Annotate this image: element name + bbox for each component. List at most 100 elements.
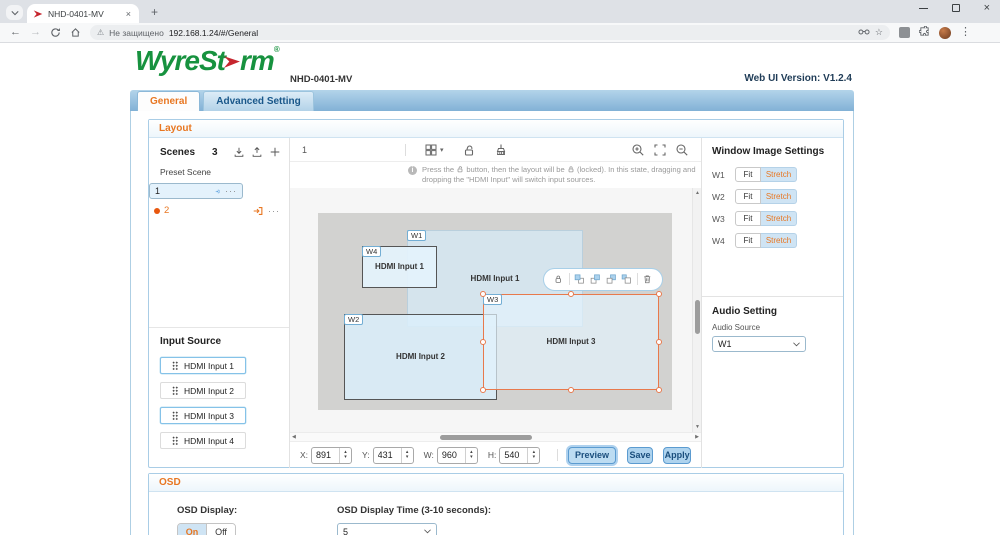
security-badge[interactable]: Не защищено (109, 28, 164, 38)
fit-view-button[interactable] (653, 143, 667, 157)
clear-layout-button[interactable] (494, 143, 508, 157)
extension-icon[interactable] (899, 27, 910, 38)
current-scene-number: 1 (302, 145, 307, 155)
window-w3-selected[interactable]: W3 HDMI Input 3 (483, 294, 659, 390)
tab-close-icon[interactable]: × (124, 9, 133, 19)
x-stepper[interactable]: ▴▾ (311, 447, 352, 464)
fit-button-w4[interactable]: Fit (735, 233, 761, 248)
save-button[interactable]: Save (627, 447, 653, 464)
stretch-button-w3[interactable]: Stretch (761, 211, 797, 226)
home-icon[interactable] (70, 27, 81, 38)
browser-tab[interactable]: NHD-0401-MV × (27, 4, 139, 23)
reload-icon[interactable] (50, 27, 61, 38)
input-source-hdmi-1[interactable]: HDMI Input 1 (160, 357, 246, 374)
fit-button-w3[interactable]: Fit (735, 211, 761, 226)
bring-to-front-icon[interactable] (590, 273, 601, 285)
stretch-button-w2[interactable]: Stretch (761, 189, 797, 204)
input-source-hdmi-4[interactable]: HDMI Input 4 (160, 432, 246, 449)
zoom-out-button[interactable] (675, 143, 689, 157)
x-input[interactable] (312, 448, 339, 463)
canvas-vertical-scrollbar[interactable]: ▲ ▼ (692, 188, 701, 433)
lock-layout-button[interactable] (462, 143, 476, 157)
resize-handle[interactable] (656, 291, 662, 297)
load-scene-icon[interactable] (252, 205, 264, 217)
extensions-puzzle-icon[interactable] (919, 24, 930, 42)
lock-window-icon[interactable] (553, 273, 564, 285)
address-bar[interactable]: ⚠ Не защищено 192.168.1.24/#/General ☆ (90, 25, 890, 40)
scene-more-icon[interactable]: ··· (225, 186, 237, 196)
stretch-button-w4[interactable]: Stretch (761, 233, 797, 248)
tab-search-button[interactable] (6, 5, 23, 20)
scene-name: 1 (155, 186, 160, 196)
new-tab-button[interactable]: + (147, 5, 162, 19)
fit-button-w2[interactable]: Fit (735, 189, 761, 204)
y-stepper[interactable]: ▴▾ (373, 447, 414, 464)
scene-row-1[interactable]: 1 ··· (149, 183, 243, 199)
osd-on-button[interactable]: On (178, 524, 207, 535)
tab-advanced-setting[interactable]: Advanced Setting (203, 91, 313, 111)
canvas-horizontal-scrollbar[interactable]: ◀ ▶ (290, 432, 701, 441)
stepper-arrows-icon[interactable]: ▴▾ (527, 448, 539, 463)
resize-handle[interactable] (480, 387, 486, 393)
input-source-hdmi-3[interactable]: HDMI Input 3 (160, 407, 246, 424)
url-text[interactable]: 192.168.1.24/#/General (169, 28, 258, 38)
delete-window-icon[interactable] (642, 273, 653, 285)
bring-forward-icon[interactable] (574, 273, 585, 285)
window-w4[interactable]: W4 HDMI Input 1 (362, 246, 437, 288)
stretch-button-w1[interactable]: Stretch (761, 167, 797, 182)
maximize-icon[interactable] (952, 4, 960, 12)
vertical-scroll-thumb[interactable] (695, 300, 700, 334)
resize-handle[interactable] (480, 291, 486, 297)
resize-handle[interactable] (568, 387, 574, 393)
import-scene-icon[interactable] (233, 146, 245, 158)
scroll-down-arrow[interactable]: ▼ (695, 424, 700, 430)
tab-general[interactable]: General (137, 91, 200, 111)
drag-handle-icon[interactable] (172, 361, 178, 370)
export-scene-icon[interactable] (251, 146, 263, 158)
w-input[interactable] (438, 448, 465, 463)
window-w2[interactable]: W2 HDMI Input 2 (344, 314, 497, 400)
osd-time-select[interactable]: 5 (337, 523, 437, 535)
send-to-back-icon[interactable] (621, 273, 632, 285)
scroll-left-arrow[interactable]: ◀ (292, 434, 296, 440)
send-backward-icon[interactable] (606, 273, 617, 285)
resize-handle[interactable] (656, 339, 662, 345)
scene-more-icon[interactable]: ··· (268, 206, 280, 216)
add-scene-icon[interactable] (269, 146, 281, 158)
load-scene-icon[interactable] (214, 189, 221, 194)
resize-handle[interactable] (480, 339, 486, 345)
w-stepper[interactable]: ▴▾ (437, 447, 478, 464)
resize-handle[interactable] (568, 291, 574, 297)
drag-handle-icon[interactable] (172, 436, 178, 445)
stepper-arrows-icon[interactable]: ▴▾ (465, 448, 477, 463)
drag-handle-icon[interactable] (172, 386, 178, 395)
layout-grid-menu[interactable]: ▾ (424, 143, 444, 157)
zoom-in-button[interactable] (631, 143, 645, 157)
minimize-icon[interactable] (919, 8, 928, 9)
h-stepper[interactable]: ▴▾ (499, 447, 540, 464)
osd-off-button[interactable]: Off (207, 524, 235, 535)
close-icon[interactable]: × (984, 4, 990, 12)
drag-handle-icon[interactable] (172, 411, 178, 420)
preview-button[interactable]: Preview (568, 447, 616, 464)
password-manager-icon[interactable] (858, 28, 870, 38)
audio-source-select[interactable]: W1 (712, 336, 806, 352)
stepper-arrows-icon[interactable]: ▴▾ (401, 448, 413, 463)
y-input[interactable] (374, 448, 401, 463)
scroll-up-arrow[interactable]: ▲ (695, 190, 700, 196)
input-source-hdmi-2[interactable]: HDMI Input 2 (160, 382, 246, 399)
horizontal-scroll-thumb[interactable] (440, 435, 532, 440)
stepper-arrows-icon[interactable]: ▴▾ (339, 448, 351, 463)
layout-canvas[interactable]: W1 HDMI Input 1 W4 HDMI Input 1 W2 HDMI … (290, 188, 701, 433)
back-icon[interactable]: ← (10, 27, 21, 38)
scene-row-2[interactable]: 2 ··· (149, 199, 289, 222)
profile-avatar[interactable] (939, 27, 951, 39)
scroll-right-arrow[interactable]: ▶ (695, 434, 699, 440)
menu-kebab-icon[interactable]: ⋮ (960, 27, 971, 38)
x-label: X: (300, 450, 308, 460)
apply-button[interactable]: Apply (663, 447, 691, 464)
fit-button-w1[interactable]: Fit (735, 167, 761, 182)
bookmark-star-icon[interactable]: ☆ (875, 27, 883, 38)
resize-handle[interactable] (656, 387, 662, 393)
h-input[interactable] (500, 448, 527, 463)
